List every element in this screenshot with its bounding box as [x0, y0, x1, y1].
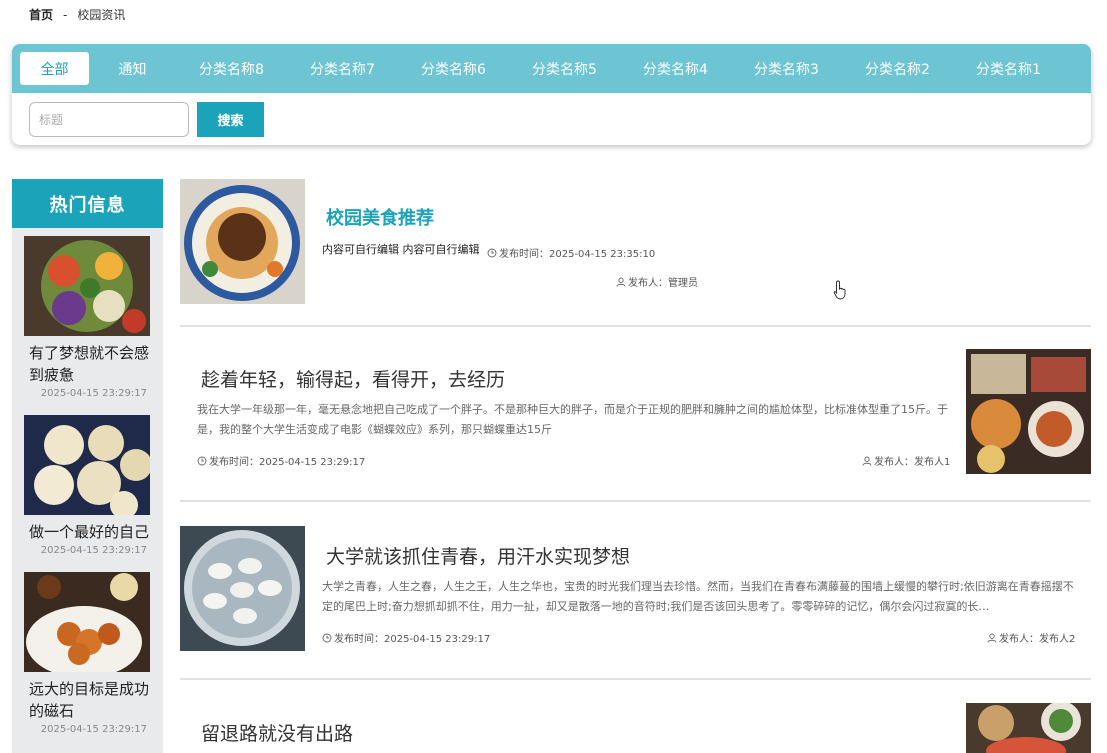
user-icon: [616, 277, 626, 287]
user-icon: [862, 456, 872, 466]
news-author: 发布人：发布人1: [874, 457, 951, 468]
hot-item-date: 2025-04-15 23:29:17: [40, 545, 147, 556]
hot-item-date: 2025-04-15 23:29:17: [40, 388, 147, 399]
news-meta-time: 发布时间：2025-04-15 23:29:17: [197, 453, 365, 468]
news-time: 发布时间：2025-04-15 23:35:10: [499, 249, 656, 260]
tab-category-4[interactable]: 分类名称4: [620, 52, 731, 85]
news-item[interactable]: 趁着年轻，输得起，看得开，去经历 我在大学一年级那一年，毫无悬念地把自己吃成了一…: [180, 349, 1091, 479]
clock-icon: [322, 633, 332, 642]
tab-category-1[interactable]: 分类名称1: [953, 52, 1064, 85]
news-time: 发布时间：2025-04-15 23:29:17: [209, 457, 366, 468]
hot-item[interactable]: 有了梦想就不会感到疲惫 2025-04-15 23:29:17: [24, 236, 151, 399]
news-summary: 内容可自行编辑 内容可自行编辑: [322, 243, 480, 256]
search-button[interactable]: 搜索: [197, 102, 264, 137]
bbq-feast-image[interactable]: [966, 349, 1091, 474]
hot-item-title[interactable]: 做一个最好的自己: [24, 521, 151, 543]
hot-item-title[interactable]: 远大的目标是成功的磁石: [24, 678, 151, 722]
news-summary: 大学之青春，人生之春，人生之王，人生之华也，宝贵的时光我们理当去珍惜。然而，当我…: [322, 580, 1074, 613]
hot-item[interactable]: 远大的目标是成功的磁石 2025-04-15 23:29:17: [24, 572, 151, 735]
tab-notice[interactable]: 通知: [89, 52, 176, 85]
breadcrumb-home[interactable]: 首页: [29, 6, 53, 23]
news-title[interactable]: 趁着年轻，输得起，看得开，去经历: [201, 365, 505, 392]
mouse-cursor-icon: [833, 280, 846, 300]
news-author: 发布人：管理员: [628, 278, 698, 289]
hot-info-sidebar: 热门信息 有了梦想就不会感到疲惫 2025-04-15 23:29:17 做一个…: [12, 179, 163, 753]
hot-item-title[interactable]: 有了梦想就不会感到疲惫: [24, 342, 151, 386]
news-author: 发布人：发布人2: [999, 634, 1076, 645]
clock-icon: [487, 248, 497, 257]
news-title[interactable]: 大学就该抓住青春，用汗水实现梦想: [326, 542, 630, 569]
news-meta-author: 发布人：管理员: [616, 274, 698, 289]
user-icon: [987, 633, 997, 643]
news-meta-author: 发布人：发布人2: [987, 630, 1075, 645]
tab-category-3[interactable]: 分类名称3: [731, 52, 842, 85]
sidebar-heading: 热门信息: [12, 179, 163, 228]
tab-category-2[interactable]: 分类名称2: [842, 52, 953, 85]
news-meta-time: 发布时间：2025-04-15 23:29:17: [322, 630, 490, 645]
divider: [180, 678, 1091, 680]
breadcrumb-separator: -: [63, 7, 68, 22]
divider: [180, 325, 1091, 327]
tab-all[interactable]: 全部: [20, 52, 89, 85]
hot-item-date: 2025-04-15 23:29:17: [40, 724, 147, 735]
salad-bowl-image[interactable]: [24, 236, 150, 336]
title-search-input[interactable]: [29, 102, 189, 137]
news-meta-author: 发布人：发布人1: [862, 453, 950, 468]
hotpot-image[interactable]: [966, 703, 1091, 753]
dumplings-image[interactable]: [180, 526, 305, 651]
news-item[interactable]: 留退路就没有出路: [180, 703, 1091, 753]
tab-category-7[interactable]: 分类名称7: [287, 52, 398, 85]
clock-icon: [197, 456, 207, 465]
news-item[interactable]: 校园美食推荐 内容可自行编辑 内容可自行编辑 发布时间：2025-04-15 2…: [180, 179, 1091, 327]
rice-balls-image[interactable]: [24, 415, 150, 515]
breadcrumb-current: 校园资讯: [77, 8, 126, 22]
tab-category-6[interactable]: 分类名称6: [398, 52, 509, 85]
tab-category-8[interactable]: 分类名称8: [176, 52, 287, 85]
breadcrumb: 首页 - 校园资讯: [29, 6, 125, 23]
food-platter-image[interactable]: [180, 179, 305, 304]
news-item[interactable]: 大学就该抓住青春，用汗水实现梦想 大学之青春，人生之春，人生之王，人生之华也，宝…: [180, 526, 1091, 656]
category-tabbar: 全部 通知 分类名称8 分类名称7 分类名称6 分类名称5 分类名称4 分类名称…: [12, 44, 1091, 93]
news-title[interactable]: 留退路就没有出路: [201, 719, 353, 746]
news-summary: 我在大学一年级那一年，毫无悬念地把自己吃成了一个胖子。不是那种巨大的胖子，而是介…: [197, 403, 948, 436]
news-feed: 校园美食推荐 内容可自行编辑 内容可自行编辑 发布时间：2025-04-15 2…: [180, 179, 1091, 753]
news-time: 发布时间：2025-04-15 23:29:17: [334, 634, 491, 645]
tab-category-5[interactable]: 分类名称5: [509, 52, 620, 85]
filter-panel: 全部 通知 分类名称8 分类名称7 分类名称6 分类名称5 分类名称4 分类名称…: [12, 44, 1091, 145]
news-meta-time: 发布时间：2025-04-15 23:35:10: [487, 245, 655, 260]
fried-chicken-image[interactable]: [24, 572, 150, 672]
hot-item[interactable]: 做一个最好的自己 2025-04-15 23:29:17: [24, 415, 151, 556]
divider: [180, 500, 1091, 502]
news-title[interactable]: 校园美食推荐: [326, 204, 434, 230]
